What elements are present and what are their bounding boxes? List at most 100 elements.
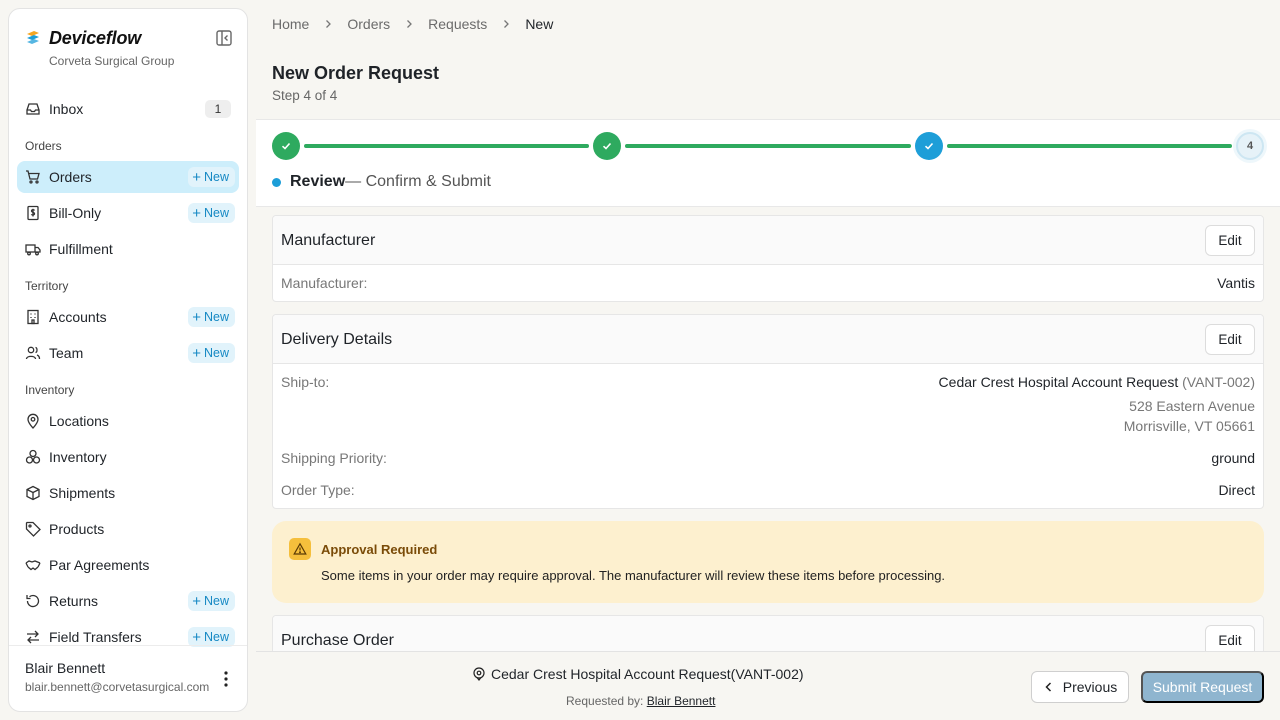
review-content: Manufacturer Edit Manufacturer: Vantis D…: [256, 207, 1280, 651]
sidebar-item-label: Orders: [49, 169, 92, 185]
requested-by: Requested by: Blair Bennett: [566, 694, 715, 708]
tag-icon: [25, 521, 41, 537]
sidebar-item-label: Bill-Only: [49, 205, 102, 221]
step-caption-title: Review: [290, 173, 346, 190]
sidebar-item-label: Team: [49, 345, 84, 361]
manufacturer-card: Manufacturer Edit Manufacturer: Vantis: [272, 215, 1264, 302]
field-label: Order Type:: [281, 482, 355, 498]
inbox-count-badge: 1: [205, 100, 231, 118]
sidebar-item-label: Shipments: [49, 485, 116, 501]
shipping-priority-value: ground: [1211, 450, 1255, 466]
sidebar-item-label: Field Transfers: [49, 629, 142, 645]
brand[interactable]: Deviceflow: [25, 27, 141, 49]
sidebar-item-inbox[interactable]: Inbox 1: [17, 93, 239, 125]
sidebar-item-returns[interactable]: Returns + New: [17, 585, 239, 617]
step-2-complete[interactable]: [593, 132, 621, 160]
sidebar-item-label: Fulfillment: [49, 241, 113, 257]
new-account-button[interactable]: + New: [188, 307, 235, 327]
sidebar-item-fulfillment[interactable]: Fulfillment: [17, 233, 239, 265]
section-label-inventory: Inventory: [25, 383, 75, 397]
deviceflow-logo-icon: [27, 31, 39, 44]
ship-to-name: Cedar Crest Hospital Account Request: [938, 374, 1179, 390]
address-line-1: 528 Eastern Avenue: [1129, 398, 1255, 414]
card-title: Purchase Order: [281, 632, 394, 649]
sidebar-collapse-icon[interactable]: [215, 29, 233, 47]
map-pin-icon: [27, 413, 39, 429]
sidebar-item-bill-only[interactable]: Bill-Only + New: [17, 197, 239, 229]
approval-required-alert: Approval Required Some items in your ord…: [272, 521, 1264, 603]
action-footer: Cedar Crest Hospital Account Request(VAN…: [256, 651, 1280, 720]
footer-account: Cedar Crest Hospital Account Request(VAN…: [472, 666, 804, 682]
chevron-right-icon: [326, 20, 332, 28]
breadcrumb: Home Orders Requests New: [272, 15, 553, 33]
sidebar-item-products[interactable]: Products: [17, 513, 239, 545]
card-header: Manufacturer Edit: [273, 216, 1263, 265]
step-connector: [304, 144, 589, 148]
delivery-details-card: Delivery Details Edit Ship-to: Cedar Cre…: [272, 314, 1264, 509]
edit-manufacturer-button[interactable]: Edit: [1205, 225, 1255, 256]
previous-button[interactable]: Previous: [1031, 671, 1129, 703]
step-3-complete[interactable]: [915, 132, 943, 160]
ship-to-code: (VANT-002): [1182, 374, 1255, 390]
plus-icon: +: [192, 628, 201, 646]
plus-icon: +: [192, 592, 201, 610]
chevron-left-icon: [1045, 682, 1051, 692]
receipt-dollar-icon: [27, 205, 39, 221]
inbox-icon: [26, 103, 40, 115]
new-team-member-button[interactable]: + New: [188, 343, 235, 363]
handshake-icon: [25, 560, 41, 571]
organization-name: Corveta Surgical Group: [49, 54, 175, 68]
warning-icon: [289, 538, 311, 560]
new-label: New: [203, 206, 229, 220]
new-label: New: [203, 346, 229, 360]
sidebar-item-label: Par Agreements: [49, 557, 150, 573]
new-order-button[interactable]: + New: [188, 167, 235, 187]
progress-stepper: 4 Review — Confirm & Submit: [256, 119, 1280, 207]
undo-icon: [26, 594, 40, 608]
sidebar-item-label: Products: [49, 521, 105, 537]
sidebar-item-accounts[interactable]: Accounts + New: [17, 301, 239, 333]
order-type-value: Direct: [1218, 482, 1255, 498]
card-title: Manufacturer: [281, 232, 376, 249]
breadcrumb-requests[interactable]: Requests: [428, 16, 487, 32]
sidebar-item-locations[interactable]: Locations: [17, 405, 239, 437]
step-connector: [625, 144, 911, 148]
user-profile[interactable]: Blair Bennett blair.bennett@corvetasurgi…: [9, 645, 247, 711]
more-vertical-icon[interactable]: [219, 670, 233, 688]
submit-request-button[interactable]: Submit Request: [1141, 671, 1264, 703]
new-return-button[interactable]: + New: [188, 591, 235, 611]
new-field-transfer-button[interactable]: + New: [188, 627, 235, 647]
sidebar-item-label: Inventory: [49, 449, 107, 465]
step-4-current: 4: [1236, 132, 1264, 160]
check-icon: [281, 142, 291, 150]
new-bill-only-button[interactable]: + New: [188, 203, 235, 223]
sidebar-item-label: Returns: [49, 593, 99, 609]
check-icon: [924, 142, 934, 150]
cart-icon: [26, 170, 40, 184]
breadcrumb-orders[interactable]: Orders: [347, 16, 390, 32]
field-label: Shipping Priority:: [281, 450, 387, 466]
users-icon: [25, 346, 41, 360]
arrows-swap-icon: [27, 630, 39, 644]
sidebar-item-team[interactable]: Team + New: [17, 337, 239, 369]
new-label: New: [203, 310, 229, 324]
edit-purchase-order-button[interactable]: Edit: [1205, 625, 1255, 651]
step-connector: [947, 144, 1232, 148]
new-label: New: [203, 170, 229, 184]
step-1-complete[interactable]: [272, 132, 300, 160]
footer-account-name: Cedar Crest Hospital Account Request(VAN…: [491, 666, 804, 682]
alert-title: Approval Required: [321, 542, 438, 557]
edit-delivery-button[interactable]: Edit: [1205, 324, 1255, 355]
sidebar-item-label: Inbox: [49, 101, 84, 117]
sidebar-item-orders[interactable]: Orders + New: [17, 161, 239, 193]
sidebar-item-inventory[interactable]: Inventory: [17, 441, 239, 473]
sidebar-item-shipments[interactable]: Shipments: [17, 477, 239, 509]
manufacturer-value: Vantis: [1217, 275, 1255, 291]
sidebar-item-par-agreements[interactable]: Par Agreements: [17, 549, 239, 581]
breadcrumb-home[interactable]: Home: [272, 16, 309, 32]
step-caption-subtitle: — Confirm & Submit: [345, 173, 491, 190]
plus-icon: +: [192, 204, 201, 222]
requested-by-link[interactable]: Blair Bennett: [647, 694, 716, 708]
card-title: Delivery Details: [281, 331, 393, 348]
chevron-right-icon: [504, 20, 510, 28]
